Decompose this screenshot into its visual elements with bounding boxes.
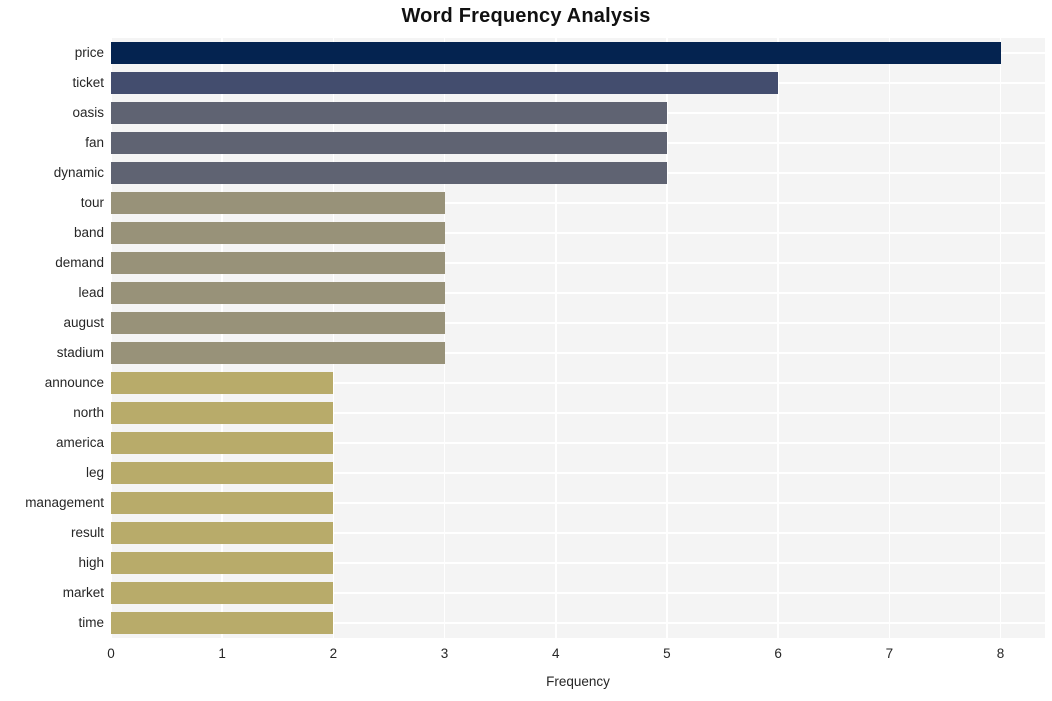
- x-axis-tick-label: 6: [774, 646, 782, 661]
- gridline-vertical: [999, 38, 1002, 638]
- bar: [111, 492, 334, 514]
- y-axis-tick-label: demand: [55, 255, 104, 270]
- bar: [111, 192, 445, 214]
- bar: [111, 312, 445, 334]
- bar: [111, 162, 667, 184]
- gridline-vertical: [221, 38, 223, 638]
- bar: [111, 102, 667, 124]
- y-axis-tick-label: august: [63, 315, 104, 330]
- x-axis-label: Frequency: [546, 674, 610, 689]
- y-axis-tick-label: america: [55, 435, 104, 450]
- y-axis-tick-labels: price ticket oasis fan dynamic tour band demand…: [0, 38, 104, 638]
- chart-title: Word Frequency Analysis: [401, 5, 651, 27]
- plot-area: [111, 38, 1045, 638]
- bar: [111, 612, 334, 634]
- bar: [111, 72, 779, 94]
- y-axis-tick-label: fan: [85, 135, 104, 150]
- y-axis-tick-label: dynamic: [53, 165, 104, 180]
- bar: [111, 342, 445, 364]
- gridline-vertical: [554, 38, 557, 638]
- x-axis-tick-label: 1: [218, 646, 226, 661]
- x-axis-tick-labels: 0 1 2 3 4 5 6 7 8: [0, 646, 1052, 666]
- bar: [111, 42, 1001, 64]
- y-axis-tick-label: lead: [78, 285, 104, 300]
- y-axis-tick-label: tour: [80, 195, 104, 210]
- y-axis-tick-label: management: [25, 495, 104, 510]
- gridline-vertical: [666, 38, 668, 638]
- y-axis-tick-label: stadium: [56, 345, 104, 360]
- x-axis-tick-label: 8: [996, 646, 1005, 661]
- x-axis-tick-label: 4: [551, 646, 560, 661]
- bar: [111, 522, 334, 544]
- bar: [111, 222, 445, 244]
- y-axis-tick-label: oasis: [72, 105, 104, 120]
- bar: [111, 462, 334, 484]
- y-axis-tick-label: price: [74, 45, 104, 60]
- x-axis-tick-label: 3: [440, 646, 449, 661]
- gridline-vertical: [111, 38, 112, 638]
- gridline-vertical: [332, 38, 335, 638]
- gridline-vertical: [777, 38, 779, 638]
- y-axis-tick-label: high: [78, 555, 104, 570]
- bar: [111, 582, 334, 604]
- gridline-vertical: [443, 38, 446, 638]
- bar: [111, 402, 334, 424]
- y-axis-tick-label: announce: [44, 375, 104, 390]
- x-axis-tick-label: 0: [107, 646, 115, 661]
- bar: [111, 432, 334, 454]
- y-axis-tick-label: time: [78, 615, 104, 630]
- x-axis-tick-label: 2: [329, 646, 338, 661]
- word-frequency-chart: Word Frequency Analysis price ticket oasis…: [0, 0, 1052, 701]
- y-axis-tick-label: band: [73, 225, 104, 240]
- y-axis-tick-label: market: [62, 585, 104, 600]
- gridline-vertical: [888, 38, 891, 638]
- bar: [111, 282, 445, 304]
- y-axis-tick-label: north: [73, 405, 104, 420]
- bar: [111, 132, 667, 154]
- x-axis-tick-label: 7: [885, 646, 894, 661]
- bar: [111, 552, 334, 574]
- bar: [111, 252, 445, 274]
- y-axis-tick-label: ticket: [72, 75, 104, 90]
- x-axis-tick-label: 5: [663, 646, 671, 661]
- y-axis-tick-label: leg: [85, 465, 104, 480]
- bar: [111, 372, 334, 394]
- y-axis-tick-label: result: [70, 525, 104, 540]
